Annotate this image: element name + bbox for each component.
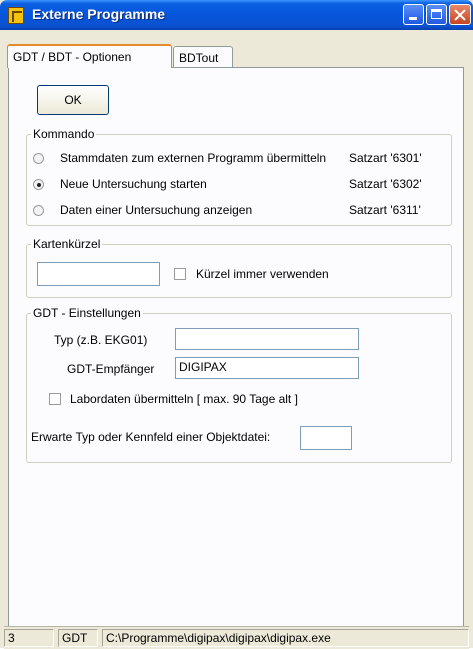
radio-daten-anzeigen[interactable] [33, 205, 44, 216]
status-cell-path: C:\Programme\digipax\digipax\digipax.exe [102, 629, 469, 647]
labordaten-checkbox[interactable] [49, 393, 61, 405]
satzart-6311-label: Satzart '6311' [349, 203, 421, 217]
option-neue-untersuchung-label: Neue Untersuchung starten [60, 177, 207, 191]
title-bar[interactable]: Externe Programme [0, 0, 473, 30]
ok-button[interactable]: OK [37, 85, 109, 115]
gdt-empfaenger-input[interactable]: DIGIPAX [175, 357, 359, 379]
client-area: GDT / BDT - Optionen BDTout OK Kommando … [4, 30, 469, 647]
tab-bdtout[interactable]: BDTout [173, 46, 233, 68]
objektdatei-label: Erwarte Typ oder Kennfeld einer Objektda… [31, 430, 271, 444]
typ-input[interactable] [175, 328, 359, 350]
close-button[interactable] [449, 4, 471, 25]
gdt-einstellungen-group: GDT - Einstellungen Typ (z.B. EKG01) GDT… [26, 306, 452, 463]
window-title: Externe Programme [32, 6, 166, 22]
kartenkuerzel-input[interactable] [37, 262, 160, 286]
kuerzel-immer-label: Kürzel immer verwenden [196, 267, 329, 281]
kartenkuerzel-group: Kartenkürzel Kürzel immer verwenden [26, 237, 452, 298]
satzart-6301-label: Satzart '6301' [349, 151, 422, 165]
kartenkuerzel-label: Kartenkürzel [31, 237, 103, 251]
radio-stammdaten[interactable] [33, 153, 44, 164]
gdt-einstellungen-label: GDT - Einstellungen [31, 306, 143, 320]
option-daten-anzeigen-label: Daten einer Untersuchung anzeigen [60, 203, 253, 217]
option-stammdaten-label: Stammdaten zum externen Programm übermit… [60, 151, 327, 165]
gdt-empfaenger-label: GDT-Empfänger [67, 362, 155, 376]
app-icon [8, 7, 24, 24]
objektdatei-input[interactable] [300, 426, 352, 450]
status-cell-type: GDT [58, 629, 98, 647]
tab-gdt-bdt-optionen[interactable]: GDT / BDT - Optionen [7, 44, 172, 68]
kommando-group: Kommando Stammdaten zum externen Program… [26, 127, 452, 226]
minimize-button[interactable] [403, 4, 424, 25]
kuerzel-immer-checkbox[interactable] [174, 268, 186, 280]
tab-panel: OK Kommando Stammdaten zum externen Prog… [8, 67, 464, 647]
radio-neue-untersuchung[interactable] [33, 179, 44, 190]
typ-label: Typ (z.B. EKG01) [54, 333, 148, 347]
externe-programme-window: Externe Programme GDT / BDT - Optionen B… [0, 0, 473, 649]
maximize-button[interactable] [426, 4, 447, 25]
kommando-label: Kommando [31, 127, 97, 141]
satzart-6302-label: Satzart '6302' [349, 177, 422, 191]
labordaten-label: Labordaten übermitteln [ max. 90 Tage al… [70, 392, 298, 406]
status-cell-count: 3 [4, 629, 54, 647]
status-bar: 3 GDT C:\Programme\digipax\digipax\digip… [4, 626, 469, 649]
